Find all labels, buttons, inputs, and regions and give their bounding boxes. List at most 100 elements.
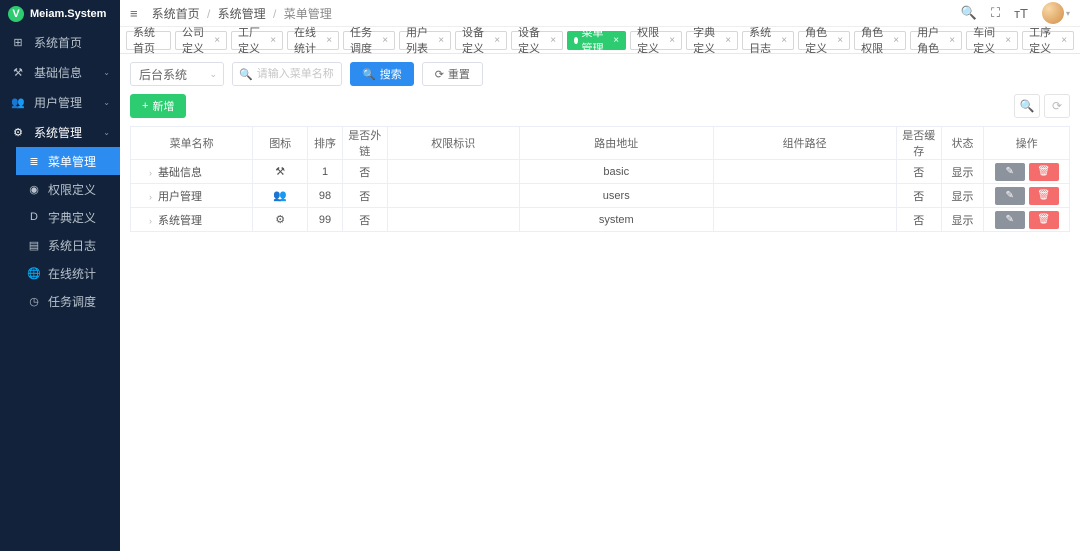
tab-系统日志[interactable]: 系统日志×	[742, 31, 794, 50]
edit-button[interactable]: ✎	[995, 163, 1025, 181]
close-icon[interactable]: ×	[725, 35, 731, 46]
close-icon[interactable]: ×	[1005, 35, 1011, 46]
close-icon[interactable]: ×	[438, 35, 444, 46]
tab-label: 工厂定义	[238, 24, 266, 56]
table-row: ›基础信息⚒1否basic否显示✎🗑	[131, 160, 1070, 184]
th-cache: 是否缓存	[896, 127, 941, 160]
close-icon[interactable]: ×	[669, 35, 675, 46]
chevron-down-icon: ▾	[1066, 9, 1070, 18]
close-icon[interactable]: ×	[781, 35, 787, 46]
cell-icon: ⚙	[253, 208, 308, 232]
sidebar-item-系统首页[interactable]: ⊞系统首页	[0, 27, 120, 57]
cell-cache: 否	[896, 184, 941, 208]
sidebar-sub-label: 系统日志	[48, 237, 96, 254]
system-select[interactable]: 后台系统 ⌄	[130, 62, 224, 86]
tab-设备定义[interactable]: 设备定义×	[511, 31, 563, 50]
delete-button[interactable]: 🗑	[1029, 163, 1059, 181]
th-op: 操作	[984, 127, 1070, 160]
cell-external: 否	[342, 160, 387, 184]
close-icon[interactable]: ×	[326, 35, 332, 46]
sidebar-sub-icon: ≣	[26, 155, 42, 168]
sidebar-icon: ⚙	[10, 126, 26, 139]
tab-label: 角色权限	[861, 24, 889, 56]
breadcrumb: 系统首页 / 系统管理 / 菜单管理	[150, 5, 961, 22]
tab-label: 车间定义	[973, 24, 1001, 56]
tab-权限定义[interactable]: 权限定义×	[630, 31, 682, 50]
menu-search-field[interactable]	[257, 68, 335, 80]
tab-系统首页[interactable]: 系统首页	[126, 31, 171, 50]
sidebar-item-用户管理[interactable]: 👥用户管理⌄	[0, 87, 120, 117]
chevron-right-icon[interactable]: ›	[149, 216, 152, 226]
chevron-right-icon[interactable]: ›	[149, 168, 152, 178]
tab-菜单管理[interactable]: 菜单管理×	[567, 31, 626, 50]
close-icon[interactable]: ×	[949, 35, 955, 46]
sidebar-item-label: 系统管理	[34, 124, 103, 141]
edit-button[interactable]: ✎	[995, 211, 1025, 229]
close-icon[interactable]: ×	[270, 35, 276, 46]
tab-label: 菜单管理	[581, 24, 609, 56]
cell-op: ✎🗑	[984, 160, 1070, 184]
close-icon[interactable]: ×	[494, 35, 500, 46]
cell-comp	[713, 160, 896, 184]
refresh-icon: ⟳	[435, 68, 444, 81]
table-search-icon[interactable]: 🔍	[1014, 94, 1040, 118]
tab-用户列表[interactable]: 用户列表×	[399, 31, 451, 50]
breadcrumb-home[interactable]: 系统首页	[152, 7, 200, 21]
menu-table: 菜单名称 图标 排序 是否外链 权限标识 路由地址 组件路径 是否缓存 状态 操…	[130, 126, 1070, 232]
close-icon[interactable]: ×	[893, 35, 899, 46]
sidebar-subitem-系统日志[interactable]: ▤系统日志	[16, 231, 120, 259]
tab-工厂定义[interactable]: 工厂定义×	[231, 31, 283, 50]
search-icon[interactable]: 🔍	[961, 5, 977, 21]
search-button[interactable]: 🔍 搜索	[350, 62, 414, 86]
close-icon[interactable]: ×	[550, 35, 556, 46]
tab-字典定义[interactable]: 字典定义×	[686, 31, 738, 50]
sidebar-sub-label: 权限定义	[48, 181, 96, 198]
hamburger-icon[interactable]: ≡	[130, 6, 138, 21]
close-icon[interactable]: ×	[837, 35, 843, 46]
sidebar-subitem-任务调度[interactable]: ◷任务调度	[16, 287, 120, 315]
tab-用户角色[interactable]: 用户角色×	[910, 31, 962, 50]
menu-search-input[interactable]: 🔍	[232, 62, 342, 86]
cell-sort: 98	[308, 184, 343, 208]
cell-route: users	[520, 184, 714, 208]
fullscreen-icon[interactable]: ⛶	[991, 5, 1000, 21]
sidebar-subitem-在线统计[interactable]: 🌐在线统计	[16, 259, 120, 287]
sidebar-subitem-权限定义[interactable]: ◉权限定义	[16, 175, 120, 203]
cell-external: 否	[342, 184, 387, 208]
sidebar-subitem-菜单管理[interactable]: ≣菜单管理	[16, 147, 120, 175]
brand-logo[interactable]: V Meiam.System	[0, 0, 120, 27]
chevron-right-icon[interactable]: ›	[149, 192, 152, 202]
tab-label: 系统首页	[133, 24, 164, 56]
tab-公司定义[interactable]: 公司定义×	[175, 31, 227, 50]
table-refresh-icon[interactable]: ⟳	[1044, 94, 1070, 118]
add-button[interactable]: + 新增	[130, 94, 186, 118]
delete-button[interactable]: 🗑	[1029, 187, 1059, 205]
tab-在线统计[interactable]: 在线统计×	[287, 31, 339, 50]
tab-车间定义[interactable]: 车间定义×	[966, 31, 1018, 50]
sidebar-item-基础信息[interactable]: ⚒基础信息⌄	[0, 57, 120, 87]
close-icon[interactable]: ×	[382, 35, 388, 46]
th-route: 路由地址	[520, 127, 714, 160]
tab-工序定义[interactable]: 工序定义×	[1022, 31, 1074, 50]
tab-任务调度[interactable]: 任务调度×	[343, 31, 395, 50]
sidebar-subitem-字典定义[interactable]: D字典定义	[16, 203, 120, 231]
sidebar-item-系统管理[interactable]: ⚙系统管理⌄	[0, 117, 120, 147]
close-icon[interactable]: ×	[214, 35, 220, 46]
th-comp: 组件路径	[713, 127, 896, 160]
font-size-icon[interactable]: тT	[1014, 6, 1028, 21]
cell-name[interactable]: ›基础信息	[131, 160, 253, 184]
tab-角色定义[interactable]: 角色定义×	[798, 31, 850, 50]
tab-设备定义[interactable]: 设备定义×	[455, 31, 507, 50]
close-icon[interactable]: ×	[1061, 35, 1067, 46]
cell-name[interactable]: ›系统管理	[131, 208, 253, 232]
tab-角色权限[interactable]: 角色权限×	[854, 31, 906, 50]
reset-button[interactable]: ⟳ 重置	[422, 62, 483, 86]
user-avatar[interactable]: ▾	[1042, 2, 1070, 24]
edit-button[interactable]: ✎	[995, 187, 1025, 205]
sidebar-sub-label: 任务调度	[48, 293, 96, 310]
delete-button[interactable]: 🗑	[1029, 211, 1059, 229]
breadcrumb-parent[interactable]: 系统管理	[218, 7, 266, 21]
sidebar-icon: ⊞	[10, 36, 26, 49]
close-icon[interactable]: ×	[613, 35, 619, 46]
cell-name[interactable]: ›用户管理	[131, 184, 253, 208]
